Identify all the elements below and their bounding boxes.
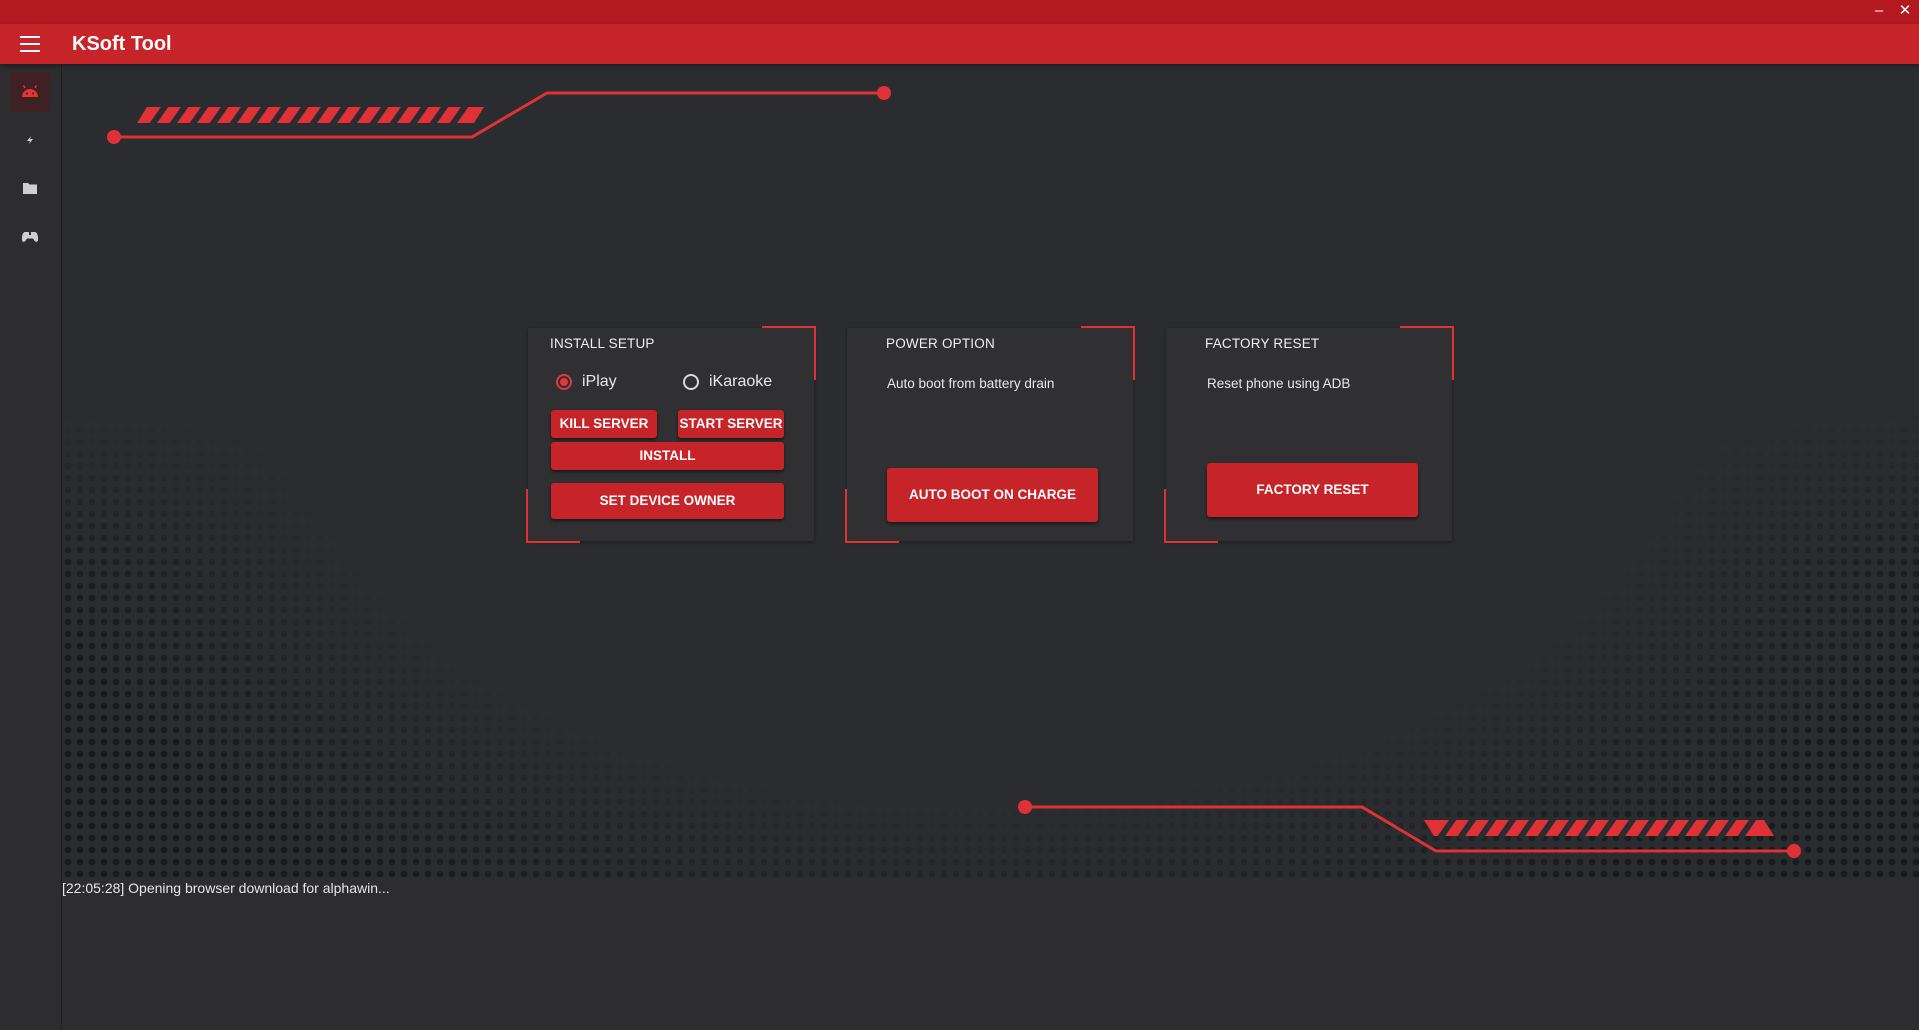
factory-reset-description: Reset phone using ADB (1207, 376, 1351, 391)
log-panel: [22:05:28] Opening browser download for … (62, 878, 1919, 1030)
set-device-owner-button[interactable]: SET DEVICE OWNER (551, 483, 784, 519)
kill-server-button[interactable]: KILL SERVER (551, 410, 657, 438)
gamepad-icon (21, 232, 39, 242)
app-bar: KSoft Tool (0, 24, 1919, 64)
hamburger-menu-icon[interactable] (20, 36, 40, 52)
folder-icon (23, 183, 37, 194)
main-content: INSTALL SETUP iPlay iKaraoke KILL SERVER… (62, 64, 1919, 878)
close-window-button[interactable]: ✕ (1893, 0, 1917, 24)
factory-reset-title: FACTORY RESET (1205, 336, 1320, 351)
sidebar (0, 64, 62, 1030)
sidebar-item-gamepad[interactable] (10, 216, 50, 256)
install-setup-title: INSTALL SETUP (550, 336, 655, 351)
install-setup-card: INSTALL SETUP iPlay iKaraoke KILL SERVER… (526, 326, 816, 543)
window-titlebar: – ✕ (0, 0, 1919, 24)
iplay-radio-label: iPlay (582, 373, 617, 390)
ikaraoke-radio-label: iKaraoke (709, 373, 773, 390)
sidebar-item-flash[interactable] (10, 120, 50, 160)
start-server-button[interactable]: START SERVER (678, 410, 784, 438)
power-option-title: POWER OPTION (886, 336, 995, 351)
android-icon (22, 85, 38, 97)
power-option-card: POWER OPTION Auto boot from battery drai… (845, 326, 1135, 543)
sidebar-item-folder[interactable] (10, 168, 50, 208)
power-option-description: Auto boot from battery drain (887, 376, 1055, 391)
factory-reset-card: FACTORY RESET Reset phone using ADB FACT… (1164, 326, 1454, 543)
app-title: KSoft Tool (72, 33, 172, 55)
minimize-button[interactable]: – (1867, 0, 1891, 24)
auto-boot-on-charge-button[interactable]: AUTO BOOT ON CHARGE (887, 468, 1098, 522)
log-line: [22:05:28] Opening browser download for … (62, 880, 390, 896)
sidebar-item-android[interactable] (10, 72, 50, 112)
factory-reset-button[interactable]: FACTORY RESET (1207, 463, 1418, 517)
install-button[interactable]: INSTALL (551, 442, 784, 470)
flash-icon (27, 136, 33, 144)
